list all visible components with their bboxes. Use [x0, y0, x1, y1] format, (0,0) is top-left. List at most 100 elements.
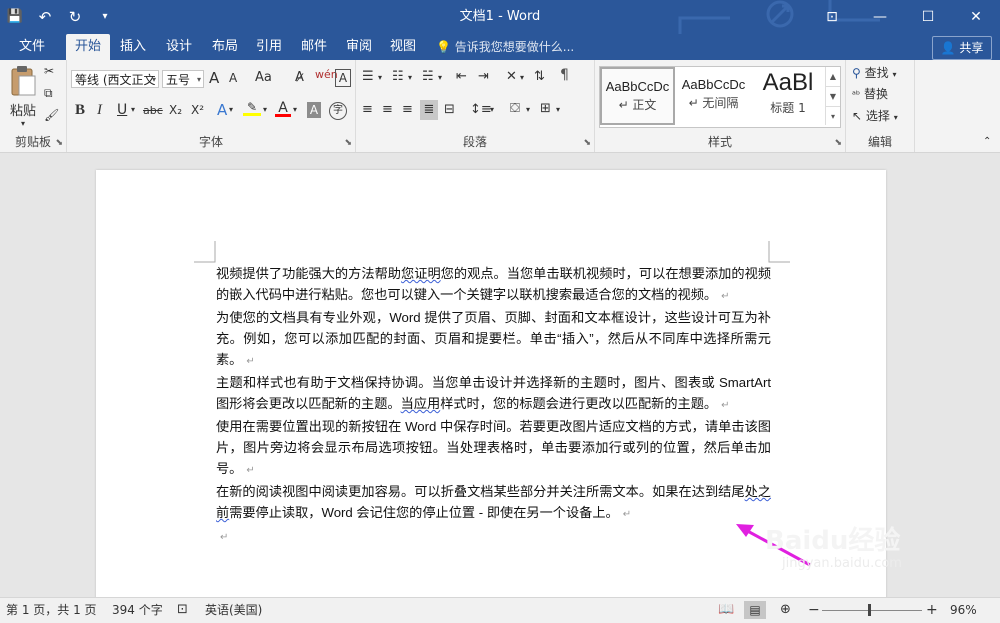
tab-references[interactable]: 引用	[250, 34, 288, 60]
bullets-icon[interactable]: ☰	[362, 69, 374, 84]
document-body[interactable]: 视频提供了功能强大的方法帮助您证明您的观点。当您单击联机视频时，可以在想要添加的…	[216, 263, 771, 548]
close-button[interactable]: ✕	[952, 0, 1000, 34]
find-button[interactable]: ⚲ 查找 ▾	[852, 64, 896, 81]
tab-file[interactable]: 文件	[10, 34, 54, 60]
change-case-button[interactable]: Aa	[255, 70, 272, 85]
font-size-combo[interactable]: 五号 ▾	[162, 70, 204, 88]
style-normal[interactable]: AaBbCcDc ↵ 正文	[600, 67, 675, 125]
align-right-icon[interactable]: ≡	[402, 102, 413, 117]
dialog-launcher-icon[interactable]: ⬊	[55, 138, 63, 148]
line-spacing-icon[interactable]: ↕≡	[470, 102, 492, 117]
format-painter-icon[interactable]: 🖌	[44, 108, 59, 122]
minimize-button[interactable]: —	[856, 0, 904, 34]
align-center-icon[interactable]: ≡	[382, 102, 393, 117]
word-count[interactable]: 394 个字	[112, 598, 163, 622]
style-heading-1[interactable]: AaBl 标题 1	[752, 67, 824, 125]
justify-icon[interactable]: ≣	[420, 100, 438, 120]
chevron-down-icon[interactable]: ▾	[526, 105, 530, 114]
ribbon-display-options-icon[interactable]: ⊡	[808, 0, 856, 34]
chevron-down-icon[interactable]: ▾	[438, 73, 442, 82]
tab-layout[interactable]: 布局	[204, 34, 246, 60]
increase-indent-icon[interactable]: ⇥	[478, 69, 489, 84]
multilevel-list-icon[interactable]: ☵	[422, 69, 434, 84]
print-layout-icon[interactable]: ▤	[744, 601, 766, 619]
tab-review[interactable]: 审阅	[340, 34, 378, 60]
font-name-combo[interactable]: 等线 (西文正文 ▾	[71, 70, 159, 88]
enclose-characters-icon[interactable]: 字	[329, 102, 347, 120]
margin-corner-top-left	[194, 241, 216, 263]
chinese-layout-icon[interactable]: ✕	[506, 69, 517, 84]
paragraph[interactable]: 在新的阅读视图中阅读更加容易。可以折叠文档某些部分并关注所需文本。如果在达到结尾…	[216, 481, 771, 525]
highlight-color-icon[interactable]: ✎	[243, 100, 261, 116]
tab-view[interactable]: 视图	[384, 34, 422, 60]
chevron-down-icon[interactable]: ▾	[490, 105, 494, 114]
paragraph[interactable]: ↵	[216, 525, 771, 548]
cut-icon[interactable]: ✂	[44, 64, 54, 78]
shading-icon[interactable]: ⛋	[510, 101, 520, 116]
paragraph[interactable]: 主题和样式也有助于文档保持协调。当您单击设计并选择新的主题时，图片、图表或 Sm…	[216, 372, 771, 416]
zoom-slider-track[interactable]	[822, 610, 922, 611]
chevron-down-icon[interactable]: ▾	[131, 105, 135, 114]
decrease-indent-icon[interactable]: ⇤	[456, 69, 467, 84]
numbering-icon[interactable]: ☷	[392, 69, 404, 84]
font-color-icon[interactable]: A	[275, 100, 291, 117]
superscript-button[interactable]: X²	[191, 103, 204, 117]
chevron-up-icon[interactable]: ▲	[826, 67, 840, 86]
dialog-launcher-icon[interactable]: ⬊	[834, 138, 842, 148]
share-button[interactable]: 👤 共享	[932, 36, 992, 60]
paragraph[interactable]: 使用在需要位置出现的新按钮在 Word 中保存时间。若要更改图片适应文档的方式，…	[216, 416, 771, 481]
web-layout-icon[interactable]: ⊕	[780, 598, 791, 622]
copy-icon[interactable]: ⧉	[44, 86, 53, 101]
language-indicator[interactable]: 英语(美国)	[205, 598, 262, 622]
underline-button[interactable]: U	[117, 102, 127, 118]
zoom-level[interactable]: 96%	[950, 598, 977, 622]
page-count[interactable]: 第 1 页，共 1 页	[6, 598, 97, 622]
strikethrough-button[interactable]: abc	[143, 104, 163, 117]
gallery-scroll[interactable]: ▲ ▼ ▾	[825, 67, 840, 125]
align-left-icon[interactable]: ≡	[362, 102, 373, 117]
chevron-down-icon[interactable]: ▾	[408, 73, 412, 82]
zoom-out-button[interactable]: −	[808, 598, 820, 622]
chevron-down-icon[interactable]: ▾	[520, 73, 524, 82]
show-formatting-marks-icon[interactable]: ¶	[560, 67, 569, 83]
italic-button[interactable]: I	[97, 102, 102, 119]
clear-formatting-icon[interactable]: A̷	[295, 70, 304, 85]
subscript-button[interactable]: X₂	[169, 103, 182, 117]
borders-icon[interactable]: ⊞	[540, 101, 551, 116]
chevron-down-icon[interactable]: ▾	[378, 73, 382, 82]
zoom-in-button[interactable]: +	[926, 598, 938, 622]
tab-design[interactable]: 设计	[158, 34, 200, 60]
style-no-spacing[interactable]: AaBbCcDc ↵ 无间隔	[676, 67, 751, 125]
tab-insert[interactable]: 插入	[112, 34, 154, 60]
dialog-launcher-icon[interactable]: ⬊	[344, 138, 352, 148]
paragraph[interactable]: 为使您的文档具有专业外观，Word 提供了页眉、页脚、封面和文本框设计，这些设计…	[216, 307, 771, 372]
chevron-down-icon[interactable]: ▾	[556, 105, 560, 114]
sort-icon[interactable]: ⇅	[534, 69, 545, 84]
text-effects-icon[interactable]: A	[217, 101, 227, 119]
chevron-down-icon[interactable]: ▼	[826, 86, 840, 106]
tab-mailings[interactable]: 邮件	[294, 34, 334, 60]
bold-button[interactable]: B	[75, 102, 85, 119]
replace-button[interactable]: ᵃᵇ 替换	[852, 85, 888, 102]
zoom-slider-thumb[interactable]	[868, 604, 871, 616]
tell-me-box[interactable]: 💡 告诉我您想要做什么...	[436, 34, 574, 60]
read-mode-icon[interactable]: 📖	[718, 598, 734, 622]
character-shading-icon[interactable]: A	[307, 102, 321, 118]
collapse-ribbon-icon[interactable]: ⌃	[983, 136, 991, 147]
paragraph[interactable]: 视频提供了功能强大的方法帮助您证明您的观点。当您单击联机视频时，可以在想要添加的…	[216, 263, 771, 307]
paragraph-mark: ↵	[246, 465, 255, 476]
proofing-icon[interactable]: ⊡	[177, 598, 188, 622]
distributed-icon[interactable]: ⊟	[444, 102, 455, 117]
tab-home[interactable]: 开始	[66, 34, 110, 60]
maximize-button[interactable]: ☐	[904, 0, 952, 34]
chevron-down-icon[interactable]: ▾	[293, 105, 297, 114]
character-border-icon[interactable]: A	[335, 69, 351, 87]
chevron-down-icon[interactable]: ▾	[229, 105, 233, 114]
paste-button[interactable]: 粘贴 ▾	[8, 64, 38, 128]
grow-font-button[interactable]: A	[209, 69, 219, 87]
dialog-launcher-icon[interactable]: ⬊	[583, 138, 591, 148]
more-icon[interactable]: ▾	[826, 106, 840, 126]
chevron-down-icon[interactable]: ▾	[263, 105, 267, 114]
shrink-font-button[interactable]: A	[229, 71, 237, 85]
select-button[interactable]: ↖ 选择 ▾	[852, 107, 898, 124]
